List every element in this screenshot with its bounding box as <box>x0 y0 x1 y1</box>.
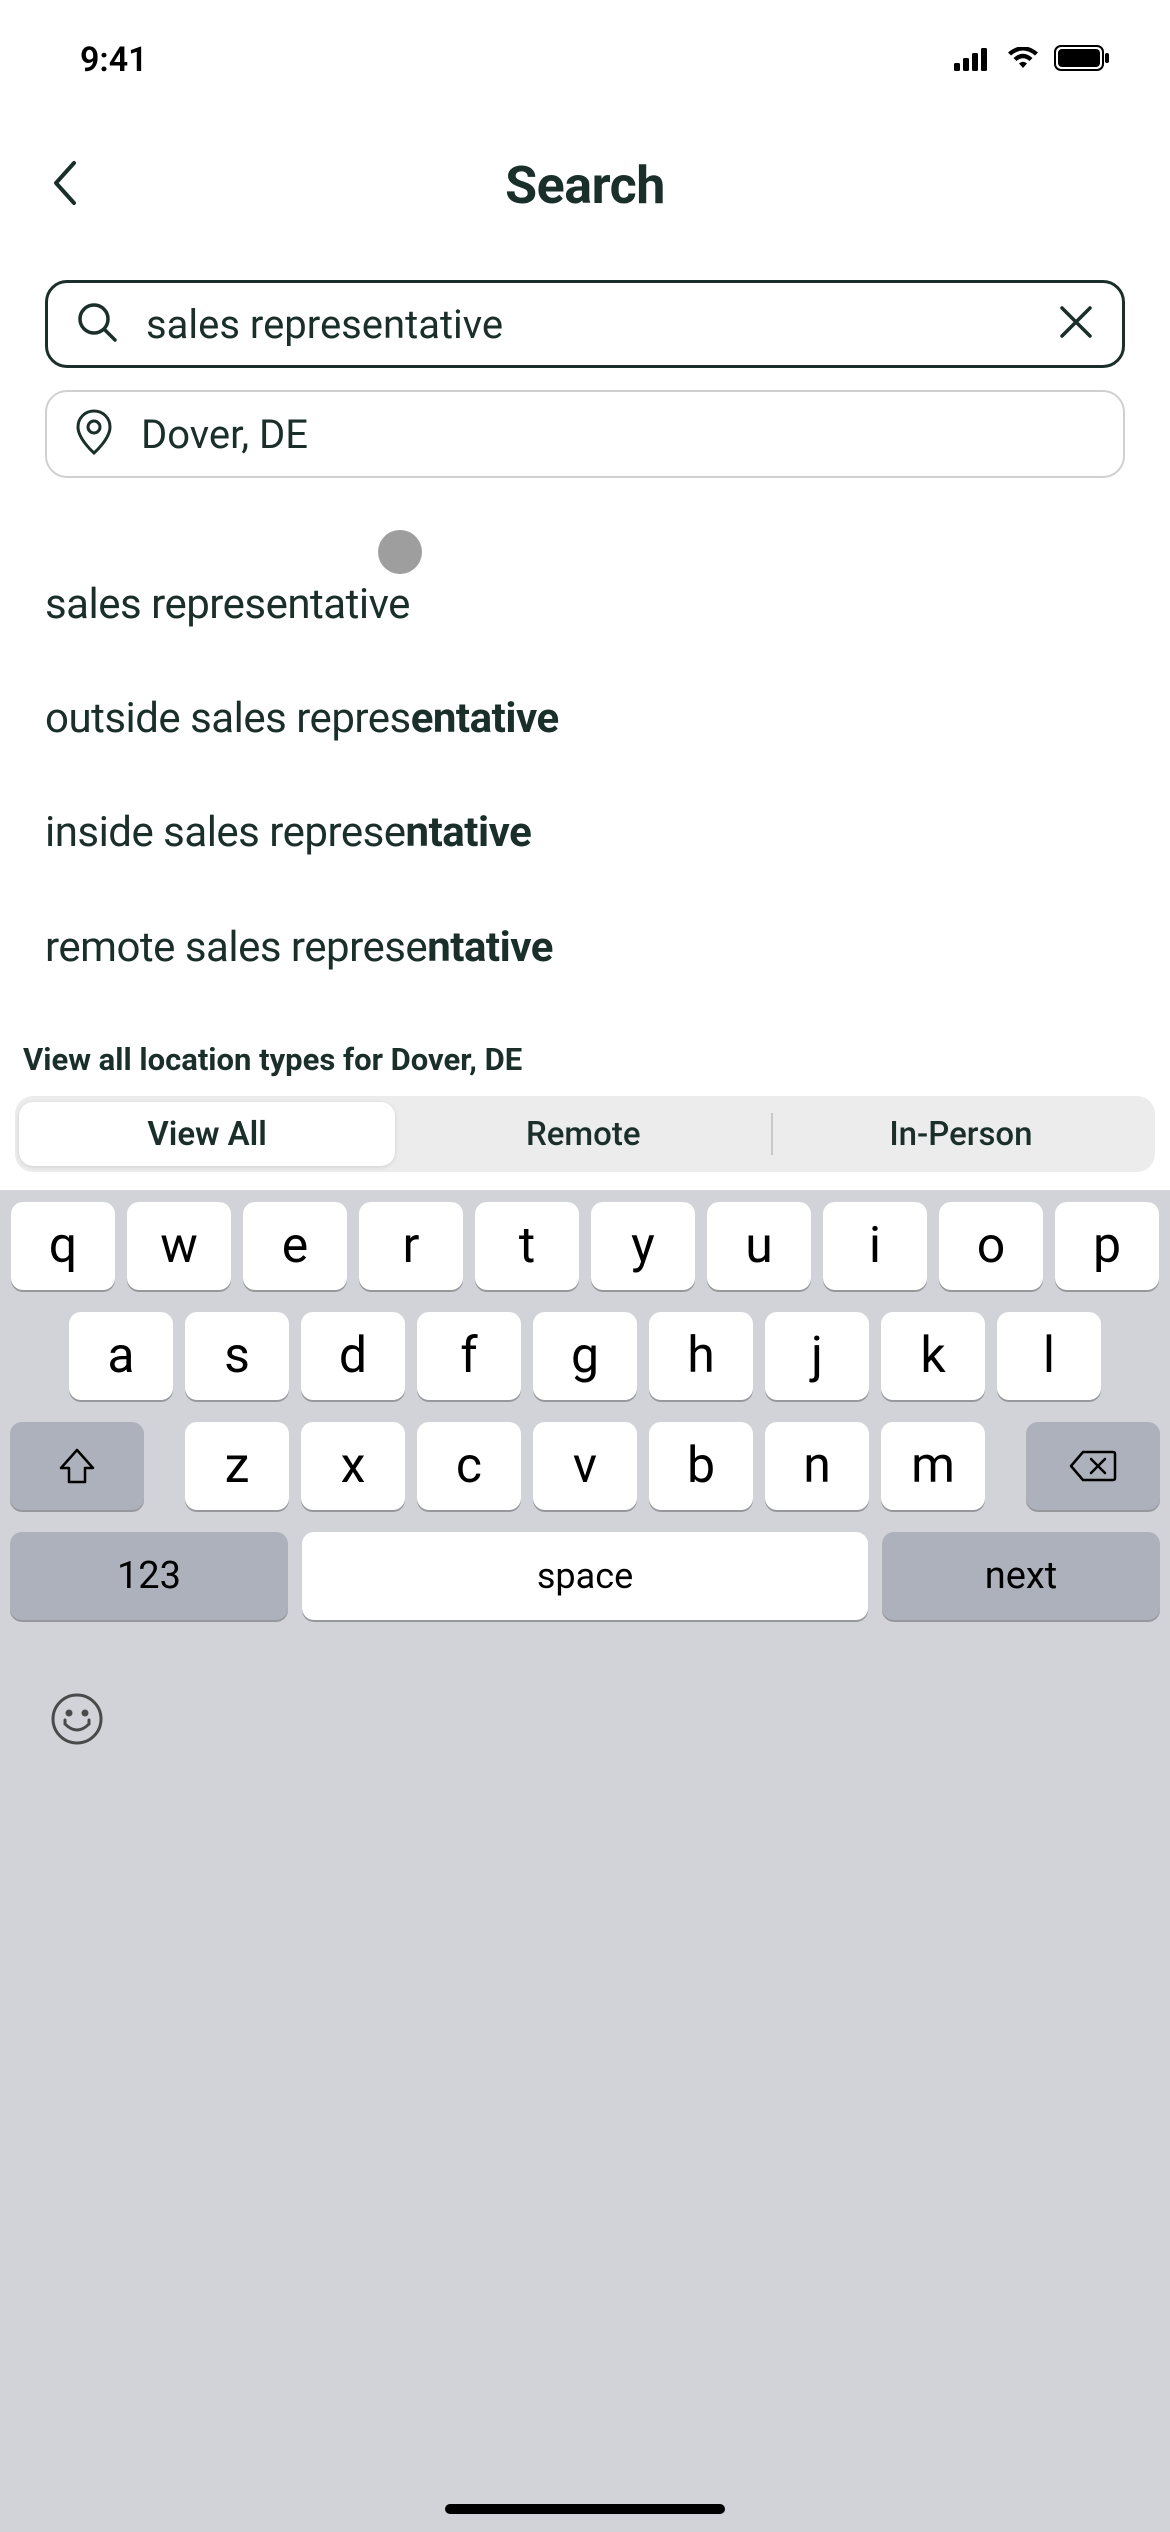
key-f[interactable]: f <box>417 1312 521 1400</box>
touch-indicator <box>378 530 422 574</box>
suggestion-item[interactable]: inside sales representative <box>45 778 1125 892</box>
suggestion-text: inside sales represe <box>45 808 406 857</box>
suggestion-item[interactable]: outside sales representative <box>45 664 1125 778</box>
search-query-field[interactable] <box>45 280 1125 368</box>
key-c[interactable]: c <box>417 1422 521 1510</box>
key-m[interactable]: m <box>881 1422 985 1510</box>
key-d[interactable]: d <box>301 1312 405 1400</box>
software-keyboard: View all location types for Dover, DE Vi… <box>0 1027 1170 2532</box>
location-pin-icon <box>75 409 113 459</box>
clear-icon[interactable] <box>1058 304 1094 344</box>
segment-remote[interactable]: Remote <box>395 1102 771 1166</box>
keyboard-row-4: 123 space next <box>0 1532 1170 1620</box>
key-backspace[interactable] <box>1026 1422 1160 1510</box>
location-type-filter: View all location types for Dover, DE Vi… <box>0 1027 1170 1190</box>
key-space[interactable]: space <box>302 1532 868 1620</box>
key-b[interactable]: b <box>649 1422 753 1510</box>
emoji-icon[interactable] <box>50 1692 104 1750</box>
suggestion-match: entative <box>411 694 559 743</box>
page-title: Search <box>505 155 665 216</box>
keyboard-row-3: z x c v b n m <box>0 1422 1170 1510</box>
status-bar: 9:41 <box>0 0 1170 120</box>
shift-icon <box>57 1446 97 1486</box>
search-location-field[interactable] <box>45 390 1125 478</box>
key-v[interactable]: v <box>533 1422 637 1510</box>
suggestion-text: sales representative <box>45 580 410 629</box>
key-x[interactable]: x <box>301 1422 405 1510</box>
back-button[interactable] <box>50 159 80 211</box>
key-e[interactable]: e <box>243 1202 347 1290</box>
location-filter-segmented: View All Remote In-Person <box>15 1096 1155 1172</box>
key-l[interactable]: l <box>997 1312 1101 1400</box>
suggestion-item[interactable]: sales representative <box>45 550 1125 664</box>
search-location-input[interactable] <box>141 411 1095 458</box>
search-query-input[interactable] <box>146 301 1030 348</box>
backspace-icon <box>1069 1448 1117 1484</box>
key-q[interactable]: q <box>11 1202 115 1290</box>
suggestion-match: ntative <box>406 808 532 857</box>
cellular-icon <box>954 40 992 80</box>
location-filter-heading: View all location types for Dover, DE <box>23 1041 1155 1078</box>
suggestion-match: ntative <box>427 923 553 972</box>
key-w[interactable]: w <box>127 1202 231 1290</box>
search-icon <box>76 301 118 347</box>
suggestion-text: remote sales represe <box>45 923 427 972</box>
key-n[interactable]: n <box>765 1422 869 1510</box>
key-numbers[interactable]: 123 <box>10 1532 288 1620</box>
key-s[interactable]: s <box>185 1312 289 1400</box>
key-r[interactable]: r <box>359 1202 463 1290</box>
key-o[interactable]: o <box>939 1202 1043 1290</box>
status-icons <box>954 40 1110 80</box>
suggestion-item[interactable]: remote sales representative <box>45 893 1125 1007</box>
key-z[interactable]: z <box>185 1422 289 1510</box>
keyboard-row-1: q w e r t y u i o p <box>0 1202 1170 1290</box>
key-k[interactable]: k <box>881 1312 985 1400</box>
status-time: 9:41 <box>80 40 148 80</box>
search-form <box>0 250 1170 478</box>
key-next[interactable]: next <box>882 1532 1160 1620</box>
key-shift[interactable] <box>10 1422 144 1510</box>
suggestion-text: outside sales repres <box>45 694 411 743</box>
page-header: Search <box>0 120 1170 250</box>
key-i[interactable]: i <box>823 1202 927 1290</box>
key-t[interactable]: t <box>475 1202 579 1290</box>
segment-view-all[interactable]: View All <box>19 1102 395 1166</box>
key-a[interactable]: a <box>69 1312 173 1400</box>
key-g[interactable]: g <box>533 1312 637 1400</box>
keyboard-row-2: a s d f g h j k l <box>0 1312 1170 1400</box>
key-j[interactable]: j <box>765 1312 869 1400</box>
segment-in-person[interactable]: In-Person <box>773 1102 1149 1166</box>
battery-icon <box>1054 40 1110 80</box>
wifi-icon <box>1006 40 1040 80</box>
key-p[interactable]: p <box>1055 1202 1159 1290</box>
key-y[interactable]: y <box>591 1202 695 1290</box>
keyboard-bottom-bar <box>0 1642 1170 1750</box>
key-u[interactable]: u <box>707 1202 811 1290</box>
key-h[interactable]: h <box>649 1312 753 1400</box>
home-indicator[interactable] <box>445 2504 725 2514</box>
